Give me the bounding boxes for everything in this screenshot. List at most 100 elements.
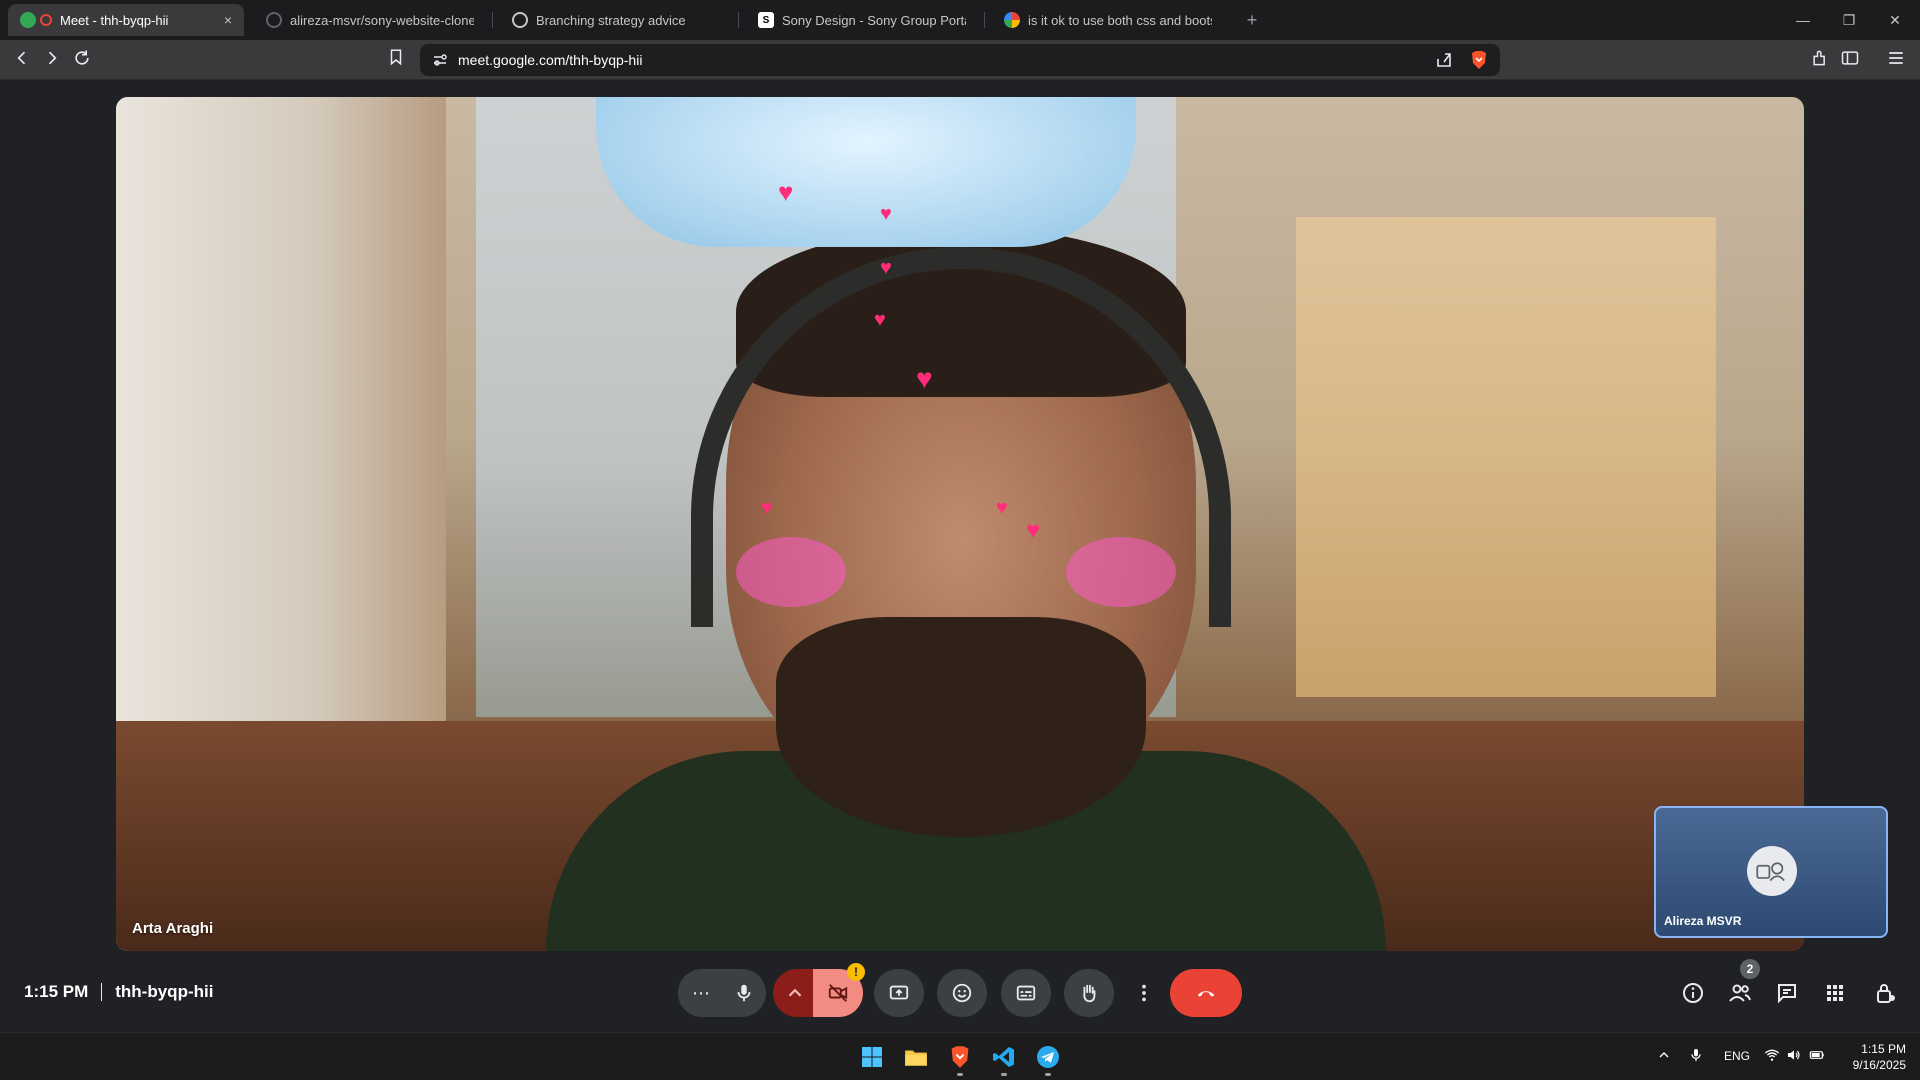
new-tab-button[interactable]: + — [1240, 8, 1264, 32]
close-window-icon[interactable]: ✕ — [1872, 8, 1918, 32]
reactions-button[interactable] — [937, 969, 987, 1017]
more-options-button[interactable] — [1130, 969, 1158, 1017]
chat-icon — [1778, 984, 1796, 1004]
people-count-badge: 2 — [1740, 959, 1760, 979]
file-explorer-button[interactable] — [900, 1041, 932, 1073]
avatar — [1747, 846, 1797, 896]
tab-title: is it ok to use both css and bootstrap — [1028, 12, 1212, 28]
address-bar[interactable]: meet.google.com/thh-byqp-hii — [420, 44, 1500, 76]
camera-toggle-button[interactable]: ! — [813, 963, 865, 1017]
main-participant-video[interactable]: ♥ ♥ ♥ ♥ ♥ ♥ ♥ ♥ Arta Araghi — [116, 97, 1804, 951]
extensions-icon[interactable] — [1808, 48, 1832, 72]
reload-icon[interactable] — [70, 48, 94, 72]
present-button[interactable] — [874, 969, 924, 1017]
start-button[interactable] — [856, 1041, 888, 1073]
menu-icon[interactable] — [1884, 48, 1908, 72]
hang-up-icon — [1197, 991, 1215, 997]
hand-icon — [1083, 984, 1096, 1003]
present-screen-icon — [889, 985, 909, 1000]
running-indicator — [957, 1073, 963, 1076]
taskbar-clock[interactable]: 1:15 PM 9/16/2025 — [1836, 1041, 1906, 1073]
sidebar-icon[interactable] — [1838, 48, 1862, 72]
site-settings-icon[interactable] — [432, 52, 448, 68]
tab-sony[interactable]: S Sony Design - Sony Group Portal — [746, 4, 978, 36]
raise-hand-button[interactable] — [1064, 969, 1114, 1017]
meeting-details-button[interactable] — [1678, 978, 1708, 1008]
bookmark-icon[interactable] — [384, 48, 408, 72]
heart-icon: ♥ — [874, 309, 886, 331]
more-vert-icon — [1142, 984, 1146, 1002]
github-favicon-icon — [266, 12, 282, 28]
participant-name: Arta Araghi — [132, 920, 214, 937]
meeting-time: 1:15 PM — [24, 982, 89, 1001]
tab-separator — [492, 12, 493, 28]
participant-beard — [776, 617, 1146, 837]
brave-taskbar-button[interactable] — [944, 1041, 976, 1076]
quick-settings-button[interactable] — [1764, 1047, 1826, 1063]
camera-options-button[interactable] — [781, 969, 809, 1017]
clock-time: 1:15 PM — [1861, 1042, 1906, 1056]
apps-grid-icon — [1827, 985, 1843, 1001]
share-icon[interactable] — [1434, 50, 1454, 70]
telegram-button[interactable] — [1032, 1041, 1064, 1076]
tab-title: alireza-msvr/sony-website-clone: Co — [290, 12, 474, 28]
brave-shields-icon[interactable] — [1470, 50, 1488, 70]
browser-toolbar: meet.google.com/thh-byqp-hii — [0, 40, 1920, 80]
video-background-building-right — [1296, 217, 1716, 697]
audio-control-group: ⋯ — [678, 969, 766, 1017]
captions-button[interactable] — [1001, 969, 1051, 1017]
people-button[interactable] — [1725, 978, 1755, 1008]
restore-icon[interactable]: ❐ — [1826, 8, 1872, 32]
chat-button[interactable] — [1772, 978, 1802, 1008]
activities-button[interactable] — [1820, 978, 1850, 1008]
emoji-icon — [952, 983, 972, 1003]
url-text: meet.google.com/thh-byqp-hii — [458, 52, 643, 68]
minimize-icon[interactable]: — — [1780, 8, 1826, 32]
windows-taskbar: ENG 1:15 PM 9/16/2025 — [0, 1032, 1920, 1080]
camera-off-icon — [828, 984, 848, 1002]
windows-logo-icon — [862, 1047, 882, 1067]
mic-button[interactable] — [726, 969, 762, 1017]
chevron-up-icon — [788, 988, 802, 997]
lock-person-icon — [1877, 984, 1895, 1003]
mic-tray-icon[interactable] — [1688, 1047, 1704, 1066]
info-icon — [1683, 983, 1703, 1003]
show-hidden-icons-button[interactable] — [1656, 1047, 1672, 1066]
back-icon[interactable] — [10, 48, 34, 72]
meet-control-bar: 1:15 PM thh-byqp-hii ⋯ ! — [0, 952, 1920, 1032]
cloud-effect — [596, 97, 1136, 247]
chatgpt-favicon-icon — [512, 12, 528, 28]
tab-close-icon[interactable]: × — [216, 12, 232, 28]
self-name: Alireza MSVR — [1664, 914, 1742, 928]
tab-meet[interactable]: Meet - thh-byqp-hii × — [8, 4, 244, 36]
captions-icon — [1016, 985, 1036, 1001]
meeting-details: 1:15 PM thh-byqp-hii — [24, 982, 213, 1002]
tab-separator — [738, 12, 739, 28]
heart-icon: ♥ — [761, 497, 773, 519]
tab-title: Meet - thh-byqp-hii — [60, 12, 169, 28]
leave-call-button[interactable] — [1170, 969, 1242, 1017]
self-view-tile[interactable]: Alireza MSVR — [1654, 806, 1888, 938]
sony-favicon-icon: S — [758, 12, 774, 28]
meet-favicon-icon — [20, 12, 36, 28]
tab-google[interactable]: is it ok to use both css and bootstrap — [992, 4, 1224, 36]
recording-icon — [40, 14, 52, 26]
input-language[interactable]: ENG — [1724, 1049, 1750, 1063]
audio-options-button[interactable]: ⋯ — [692, 983, 710, 1004]
vscode-icon — [993, 1047, 1014, 1067]
vscode-button[interactable] — [988, 1041, 1020, 1076]
forward-icon[interactable] — [40, 48, 64, 72]
brave-icon — [951, 1046, 969, 1068]
folder-icon — [905, 1050, 927, 1066]
heart-icon: ♥ — [778, 177, 794, 207]
tab-title: Branching strategy advice — [536, 12, 686, 28]
google-favicon-icon — [1004, 12, 1020, 28]
host-controls-button[interactable] — [1870, 978, 1900, 1008]
tab-chatgpt[interactable]: Branching strategy advice — [500, 4, 732, 36]
camera-warning-badge: ! — [847, 963, 865, 981]
telegram-icon — [1037, 1046, 1059, 1068]
microphone-icon — [737, 984, 751, 1002]
battery-icon — [1809, 1051, 1824, 1059]
tab-github[interactable]: alireza-msvr/sony-website-clone: Co — [254, 4, 486, 36]
tab-separator — [984, 12, 985, 28]
